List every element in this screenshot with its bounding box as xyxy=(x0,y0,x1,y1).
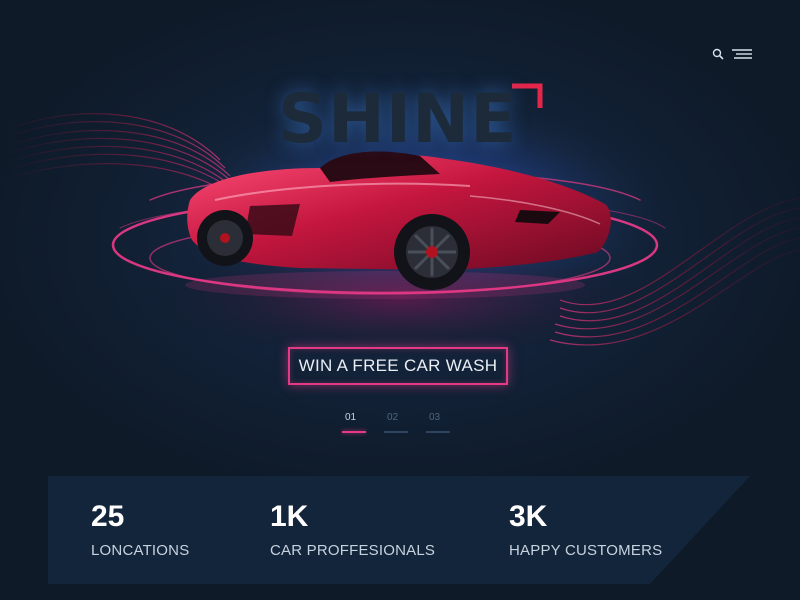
stat-car-professionals: 1K CAR PROFFESIONALS xyxy=(270,500,436,560)
stat-value: 1K xyxy=(270,500,309,533)
pager-item-03[interactable]: 03 xyxy=(426,412,450,433)
pager-item-02[interactable]: 02 xyxy=(384,412,408,433)
brand-title: SHINE xyxy=(278,80,518,159)
hero-section: SHINE xyxy=(0,0,800,400)
stat-label: CAR PROFFESIONALS xyxy=(270,542,436,559)
pager-indicator xyxy=(342,431,366,433)
stat-value: 3K xyxy=(509,500,548,533)
stat-locations: 25 LONCATIONS xyxy=(91,500,190,560)
stat-value: 25 xyxy=(91,500,125,533)
stat-happy-customers: 3K HAPPY CUSTOMERS xyxy=(509,500,663,560)
pager-indicator xyxy=(426,431,450,433)
pager-label: 02 xyxy=(387,412,399,423)
landing-page: SHINE WIN A FREE CAR WASH 01 02 03 25 LO… xyxy=(0,0,800,600)
pager-item-01[interactable]: 01 xyxy=(342,412,366,433)
pager-indicator xyxy=(384,431,408,433)
pager-label: 03 xyxy=(429,412,441,423)
hero-artwork xyxy=(0,83,800,360)
stat-label: HAPPY CUSTOMERS xyxy=(509,542,663,559)
pager-label: 01 xyxy=(345,412,357,423)
search-icon[interactable] xyxy=(710,46,726,62)
win-free-car-wash-button[interactable]: WIN A FREE CAR WASH xyxy=(288,347,508,385)
slide-pager: 01 02 03 xyxy=(342,412,450,433)
stat-label: LONCATIONS xyxy=(91,542,190,559)
hamburger-menu-icon[interactable] xyxy=(732,46,752,62)
top-controls xyxy=(710,46,752,62)
stats-panel: 25 LONCATIONS 1K CAR PROFFESIONALS 3K HA… xyxy=(48,476,750,584)
